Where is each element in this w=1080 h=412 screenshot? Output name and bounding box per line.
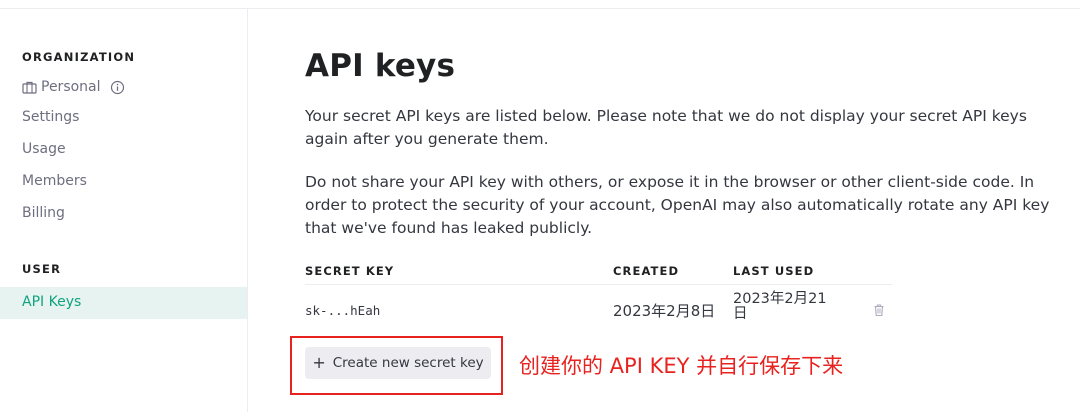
info-icon[interactable] <box>110 80 125 95</box>
sidebar-item-billing[interactable]: Billing <box>22 205 65 221</box>
column-header-last-used: LAST USED <box>733 264 815 278</box>
security-paragraph: Do not share your API key with others, o… <box>305 173 1050 237</box>
sidebar-section-user: USER <box>22 262 62 276</box>
sidebar-item-personal[interactable]: Personal <box>22 79 125 95</box>
org-name-label: Personal <box>41 79 101 95</box>
column-header-secret-key: SECRET KEY <box>305 264 395 278</box>
table-header-divider <box>305 284 892 285</box>
sidebar-item-usage[interactable]: Usage <box>22 141 66 157</box>
annotation-text: 创建你的 API KEY 并自行保存下来 <box>519 354 844 378</box>
column-header-created: CREATED <box>613 264 680 278</box>
sidebar-item-settings[interactable]: Settings <box>22 109 79 125</box>
intro-paragraph: Your secret API keys are listed below. P… <box>305 107 1027 148</box>
sidebar-section-organization: ORGANIZATION <box>22 50 136 64</box>
created-date: 2023年2月8日 <box>613 302 716 320</box>
annotation-highlight-box <box>290 336 503 395</box>
sidebar: ORGANIZATION Personal Settings Usage Mem… <box>0 9 248 412</box>
trash-icon[interactable] <box>872 302 886 317</box>
sidebar-item-members[interactable]: Members <box>22 173 87 189</box>
briefcase-icon <box>22 80 37 95</box>
sidebar-item-api-keys[interactable]: API Keys <box>0 287 247 319</box>
sidebar-item-api-keys-label: API Keys <box>22 294 82 310</box>
last-used-date: 2023年2月21日 <box>733 291 827 322</box>
page-title: API keys <box>305 48 456 84</box>
secret-key-value: sk-...hEah <box>305 303 381 318</box>
